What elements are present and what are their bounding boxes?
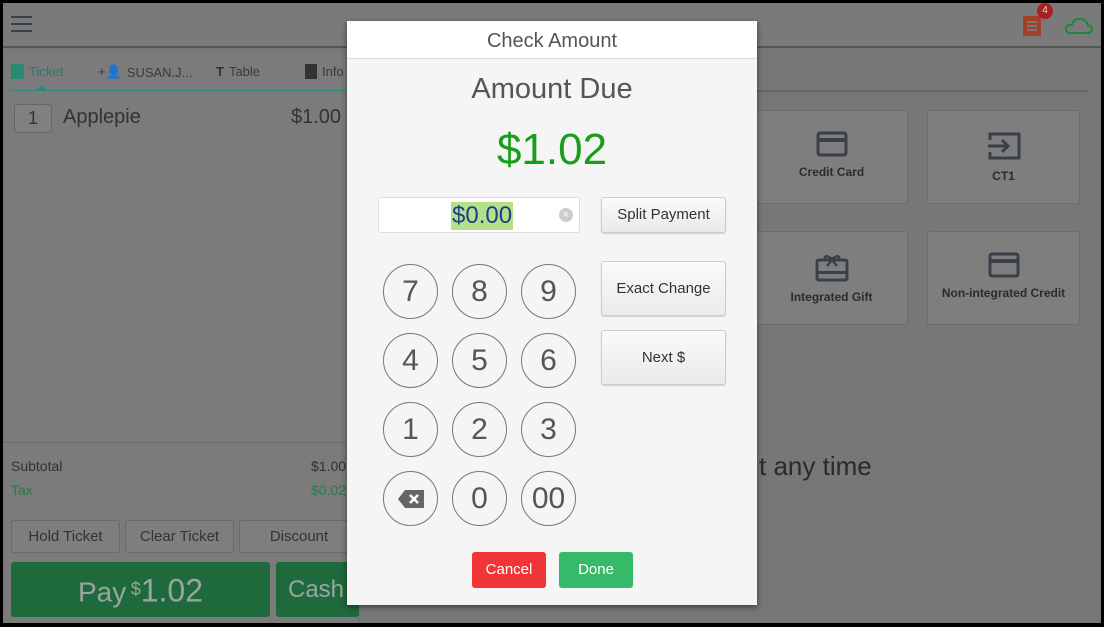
credit-card-icon xyxy=(988,252,1019,278)
key-2[interactable]: 2 xyxy=(452,402,507,457)
key-00[interactable]: 00 xyxy=(521,471,576,526)
tax-label: Tax xyxy=(11,482,33,498)
pos-app: 4 Ticket +👤 SUSAN.J... T Table Info 1 Appl… xyxy=(3,3,1101,623)
key-6[interactable]: 6 xyxy=(521,333,576,388)
amount-input-value: $0.00 xyxy=(451,202,514,230)
subtotal-label: Subtotal xyxy=(11,458,63,474)
next-dollar-button[interactable]: Next $ xyxy=(601,330,726,385)
key-4[interactable]: 4 xyxy=(383,333,438,388)
credit-card-icon xyxy=(816,131,847,157)
key-5[interactable]: 5 xyxy=(452,333,507,388)
add-person-icon: +👤 xyxy=(98,64,122,79)
enter-arrow-icon xyxy=(987,132,1020,160)
amount-due-value: $1.02 xyxy=(496,125,608,174)
hamburger-menu-icon[interactable] xyxy=(11,16,32,32)
key-3[interactable]: 3 xyxy=(521,402,576,457)
hold-ticket-button[interactable]: Hold Ticket xyxy=(11,520,120,553)
receipt-icon[interactable] xyxy=(1022,15,1042,37)
tax-value: $0.02 xyxy=(311,482,347,498)
tile-integrated-gift[interactable]: Integrated Gift xyxy=(755,231,908,325)
discount-button[interactable]: Discount xyxy=(239,520,359,553)
tile-ct1[interactable]: CT1 xyxy=(927,110,1080,204)
amount-due-label: Amount Due xyxy=(471,73,633,105)
key-7[interactable]: 7 xyxy=(383,264,438,319)
ticket-icon xyxy=(11,64,24,79)
cloud-icon[interactable] xyxy=(1064,15,1094,35)
ticket-panel: Ticket +👤 SUSAN.J... T Table Info 1 Applep… xyxy=(3,50,359,623)
tile-non-integrated-credit[interactable]: Non-integrated Credit xyxy=(927,231,1080,325)
exact-change-button[interactable]: Exact Change xyxy=(601,261,726,316)
notification-badge: 4 xyxy=(1037,3,1053,19)
clear-ticket-button[interactable]: Clear Ticket xyxy=(125,520,234,553)
divider xyxy=(753,90,1088,92)
item-price: $1.00 xyxy=(291,106,342,128)
tab-info[interactable]: Info xyxy=(305,64,344,79)
table-icon: T xyxy=(216,64,224,79)
item-name: Applepie xyxy=(63,106,141,128)
gift-card-icon xyxy=(815,255,848,282)
add-file-icon xyxy=(305,64,317,79)
divider xyxy=(3,442,359,443)
tab-table[interactable]: T Table xyxy=(216,64,260,79)
subtotal-value: $1.00 xyxy=(311,458,347,474)
item-quantity[interactable]: 1 xyxy=(14,104,52,133)
key-1[interactable]: 1 xyxy=(383,402,438,457)
key-8[interactable]: 8 xyxy=(452,264,507,319)
done-button[interactable]: Done xyxy=(559,552,633,588)
dialog-title: Check Amount xyxy=(347,21,757,59)
pay-button[interactable]: Pay $1.02 xyxy=(11,562,270,617)
tile-credit-card[interactable]: Credit Card xyxy=(755,110,908,204)
clear-input-icon[interactable]: × xyxy=(559,208,573,222)
backspace-key[interactable] xyxy=(383,471,438,526)
cancel-button[interactable]: Cancel xyxy=(472,552,546,588)
backspace-icon xyxy=(397,490,424,508)
tab-customer[interactable]: +👤 SUSAN.J... xyxy=(98,64,193,80)
key-0[interactable]: 0 xyxy=(452,471,507,526)
background-message: t any time xyxy=(759,451,872,481)
tab-ticket[interactable]: Ticket xyxy=(11,64,63,79)
key-9[interactable]: 9 xyxy=(521,264,576,319)
tab-underline xyxy=(11,90,359,91)
amount-input[interactable]: $0.00 × xyxy=(378,197,580,233)
split-payment-button[interactable]: Split Payment xyxy=(601,197,726,233)
check-amount-dialog: Check Amount Amount Due $1.02 $0.00 × Sp… xyxy=(347,21,757,605)
